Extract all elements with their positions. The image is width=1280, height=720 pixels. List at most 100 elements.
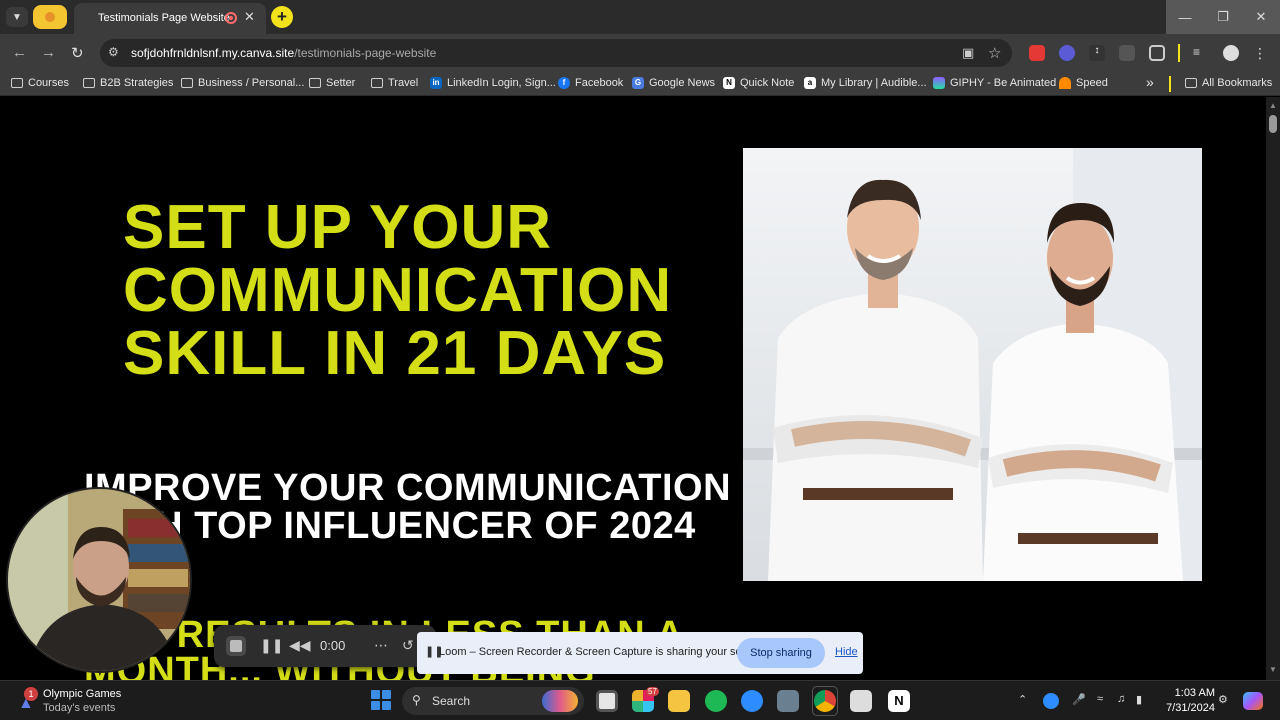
bookmark-star-icon[interactable]: ☆ — [988, 44, 1001, 62]
bookmark-facebook[interactable]: f Facebook — [558, 77, 623, 89]
rewind-icon[interactable]: ◀◀ — [289, 637, 311, 654]
hero-title-line: COMMUNICATION — [123, 256, 673, 325]
url-text[interactable]: sofjdohfrnldnlsnf.my.canva.site/testimon… — [131, 46, 436, 60]
notification-badge: 1 — [24, 687, 38, 701]
bookmark-business-personal[interactable]: Business / Personal... — [181, 77, 304, 89]
bookmark-label: Setter — [326, 77, 356, 89]
copilot-icon[interactable] — [1243, 692, 1263, 710]
bookmark-linkedin[interactable]: in LinkedIn Login, Sign... — [430, 77, 556, 89]
bookmark-label: All Bookmarks — [1202, 77, 1273, 89]
search-highlight-icon — [542, 690, 578, 712]
taskbar-search[interactable]: ⚲ Search — [402, 687, 584, 715]
battery-icon[interactable]: ▮ — [1136, 693, 1142, 706]
notion-icon: N — [723, 77, 735, 89]
forward-icon[interactable]: → — [41, 44, 56, 61]
scrollbar-thumb[interactable] — [1269, 115, 1277, 133]
linkedin-icon: in — [430, 77, 442, 89]
zoom-tray-icon[interactable] — [1043, 693, 1059, 709]
bookmark-travel[interactable]: Travel — [371, 77, 418, 89]
extension-icon[interactable]: ↕ — [1089, 45, 1105, 61]
cast-icon[interactable]: ▣ — [962, 45, 974, 61]
bookmark-google-news[interactable]: G Google News — [632, 77, 715, 89]
youtube-extension-icon[interactable] — [1029, 45, 1045, 61]
bookmarks-overflow-button[interactable]: » — [1146, 74, 1154, 90]
bookmark-label: Google News — [649, 77, 716, 89]
extensions-puzzle-icon[interactable] — [1149, 45, 1165, 61]
bookmark-label: GIPHY - Be Animated — [950, 77, 1057, 89]
start-button[interactable] — [371, 690, 391, 710]
site-info-icon[interactable]: ⚙ — [108, 45, 119, 59]
folder-icon — [371, 78, 383, 88]
tab-search-icon[interactable]: ▼ — [6, 7, 28, 27]
system-clock[interactable]: 1:03 AM 7/31/2024 — [1163, 686, 1215, 716]
hero-photo — [743, 148, 1202, 581]
url-path: /testimonials-page-website — [294, 46, 437, 60]
bookmark-label: Quick Note — [740, 77, 795, 89]
extension-icon[interactable] — [1119, 45, 1135, 61]
hero-title: SET UP YOUR COMMUNICATION SKILL IN 21 DA… — [123, 196, 733, 385]
hero-title-line: SKILL IN 21 DAYS — [123, 319, 667, 388]
hide-link[interactable]: Hide — [835, 646, 858, 658]
facebook-icon: f — [558, 77, 570, 89]
bookmark-courses[interactable]: Courses — [11, 77, 69, 89]
zoom-icon[interactable] — [741, 690, 763, 712]
profile-avatar[interactable] — [1223, 45, 1239, 61]
notification-bell-icon[interactable]: ⚙ — [1218, 693, 1228, 706]
volume-icon[interactable]: ♫ — [1117, 693, 1125, 705]
screen-share-notification: ❚❚ Loom – Screen Recorder & Screen Captu… — [417, 632, 863, 674]
bookmark-b2b-strategies[interactable]: B2B Strategies — [83, 77, 173, 89]
notion-icon[interactable]: N — [888, 690, 910, 712]
file-explorer-icon[interactable] — [668, 690, 690, 712]
webcam-person-illustration — [8, 489, 190, 671]
pause-icon[interactable]: ❚❚ — [260, 637, 283, 654]
calculator-icon[interactable] — [777, 690, 799, 712]
scroll-down-icon[interactable]: ▼ — [1269, 665, 1277, 674]
bookmark-speed[interactable]: Speed — [1059, 77, 1108, 89]
back-icon[interactable]: ← — [12, 44, 27, 61]
address-bar[interactable]: ⚙ sofjdohfrnldnlsnf.my.canva.site/testim… — [100, 39, 1012, 67]
bookmark-audible[interactable]: a My Library | Audible... — [804, 77, 927, 89]
scroll-up-icon[interactable]: ▲ — [1269, 101, 1277, 110]
restart-icon[interactable]: ↺ — [402, 637, 414, 654]
url-host: sofjdohfrnldnlsnf.my.canva.site — [131, 46, 295, 60]
hero-subtitle: IMPROVE YOUR COMMUNICATION WITH TOP INFL… — [84, 469, 764, 545]
wifi-icon[interactable]: ≈ — [1097, 693, 1103, 705]
reload-icon[interactable]: ↻ — [71, 44, 84, 62]
folder-icon — [309, 78, 321, 88]
window-close-button[interactable]: ✕ — [1242, 0, 1280, 34]
microphone-icon[interactable]: 🎤 — [1072, 693, 1086, 706]
tab-group-chip[interactable] — [33, 5, 67, 29]
page-scrollbar[interactable]: ▲ ▼ — [1266, 97, 1280, 680]
bookmark-quick-note[interactable]: N Quick Note — [723, 77, 794, 89]
bookmarks-bar: Courses B2B Strategies Business / Person… — [0, 72, 1280, 96]
close-tab-icon[interactable]: ✕ — [244, 9, 255, 25]
extension-icon[interactable] — [1059, 45, 1075, 61]
bookmark-label: Travel — [388, 77, 419, 89]
tab-strip: ▼ Testimonials Page Website ✕ + — ❐ ✕ — [0, 0, 1280, 34]
new-tab-button[interactable]: + — [271, 6, 293, 28]
task-view-icon[interactable] — [596, 690, 618, 712]
bookmark-label: Business / Personal... — [198, 77, 305, 89]
tray-overflow-icon[interactable]: ⌃ — [1018, 693, 1027, 706]
search-icon: ⚲ — [412, 693, 421, 707]
drag-handle-icon[interactable]: ⋯ — [374, 637, 388, 654]
all-bookmarks-button[interactable]: All Bookmarks — [1185, 77, 1272, 89]
folder-icon — [1185, 78, 1197, 88]
reading-list-icon[interactable]: ≡ — [1193, 45, 1209, 61]
giphy-icon — [933, 77, 945, 89]
webcam-bubble[interactable] — [6, 487, 192, 673]
stop-recording-button[interactable] — [226, 636, 246, 656]
bookmark-giphy[interactable]: GIPHY - Be Animated — [933, 77, 1056, 89]
bookmark-label: LinkedIn Login, Sign... — [447, 77, 556, 89]
menu-icon[interactable]: ⋮ — [1253, 45, 1269, 61]
stop-sharing-button[interactable]: Stop sharing — [737, 638, 825, 668]
bookmark-setter[interactable]: Setter — [309, 77, 355, 89]
minimize-button[interactable]: — — [1166, 0, 1204, 34]
widget-subtitle: Today's events — [43, 702, 116, 714]
active-app-indicator — [812, 686, 838, 716]
restore-button[interactable]: ❐ — [1204, 0, 1242, 34]
bookmarks-divider — [1169, 76, 1171, 92]
active-tab[interactable]: Testimonials Page Website ✕ — [74, 3, 266, 34]
snipping-tool-icon[interactable] — [850, 690, 872, 712]
spotify-icon[interactable] — [705, 690, 727, 712]
